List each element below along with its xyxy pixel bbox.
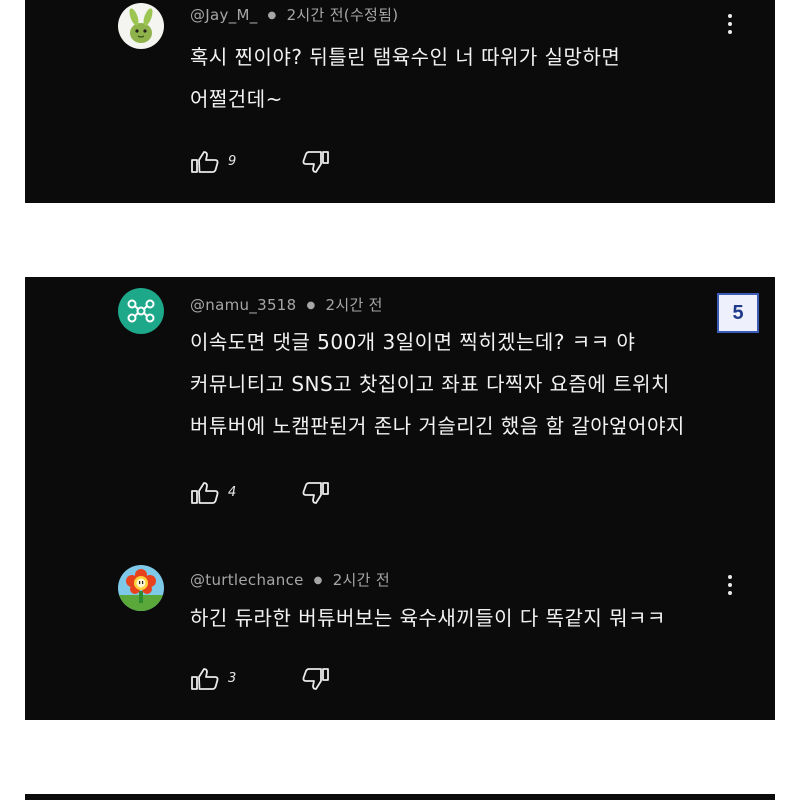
comment-panel: 5 @namu_3518 ● 2시간 전 이속도면 댓글 500개 3일이면 찍히겠… <box>25 277 775 720</box>
comment-time: 2시간 전 <box>325 296 383 314</box>
comment-panel: @Jay_M_ ● 2시간 전(수정됨) 혹시 찐이야? 뒤틀린 탬육수인 너 따위… <box>25 0 775 203</box>
comment-text: 이속도면 댓글 500개 3일이면 찍히겠는데? ㅋㅋ 야 커뮤니티고 SNS고… <box>190 321 750 447</box>
comment-line: 커뮤니티고 SNS고 찻집이고 좌표 다찍자 요즘에 트위치 <box>190 372 670 396</box>
comment-text: 혹시 찐이야? 뒤틀린 탬육수인 너 따위가 실망하면 어쩔건데~ <box>190 36 750 120</box>
thumbs-down-icon[interactable] <box>300 666 332 694</box>
thumbs-down-icon[interactable] <box>300 480 332 508</box>
comment-meta: @Jay_M_ ● 2시간 전(수정됨) <box>190 4 398 25</box>
more-options-icon[interactable] <box>720 571 740 599</box>
author-handle[interactable]: @Jay_M_ <box>190 6 258 24</box>
comment-text: 하긴 듀라한 버튜버보는 육수새끼들이 다 똑같지 뭐ㅋㅋ <box>190 597 750 639</box>
author-handle[interactable]: @turtlechance <box>190 571 304 589</box>
comment-line: 어쩔건데~ <box>190 87 283 111</box>
separator-dot: ● <box>313 575 323 586</box>
comment-time: 2시간 전 <box>332 571 390 589</box>
rabbit-avatar-icon[interactable] <box>118 3 164 49</box>
thumbs-down-icon[interactable] <box>300 149 332 177</box>
like-count: 3 <box>228 671 237 686</box>
thumbs-up-icon[interactable] <box>190 480 222 508</box>
comment-line: 이속도면 댓글 500개 3일이면 찍히겠는데? ㅋㅋ 야 <box>190 330 636 354</box>
fire-flower-avatar-icon[interactable] <box>118 565 164 611</box>
separator-dot: ● <box>267 10 277 21</box>
author-handle[interactable]: @namu_3518 <box>190 296 297 314</box>
comment-line: 하긴 듀라한 버튜버보는 육수새끼들이 다 똑같지 뭐ㅋㅋ <box>190 606 666 630</box>
more-options-icon[interactable] <box>720 10 740 38</box>
like-count: 4 <box>228 485 237 500</box>
comment-time: 2시간 전(수정됨) <box>286 6 399 24</box>
like-count: 9 <box>228 154 237 169</box>
comment-line: 혹시 찐이야? 뒤틀린 탬육수인 너 따위가 실망하면 <box>190 45 621 69</box>
comment-meta: @namu_3518 ● 2시간 전 <box>190 294 383 315</box>
network-avatar-icon[interactable] <box>118 288 164 334</box>
comment-meta: @turtlechance ● 2시간 전 <box>190 569 390 590</box>
comment-line: 버튜버에 노캠판된거 존나 거슬리긴 했음 함 갈아엎어야지 <box>190 414 685 438</box>
thumbs-up-icon[interactable] <box>190 149 222 177</box>
thumbs-up-icon[interactable] <box>190 666 222 694</box>
separator-dot: ● <box>306 300 316 311</box>
comment-panel <box>25 794 775 800</box>
